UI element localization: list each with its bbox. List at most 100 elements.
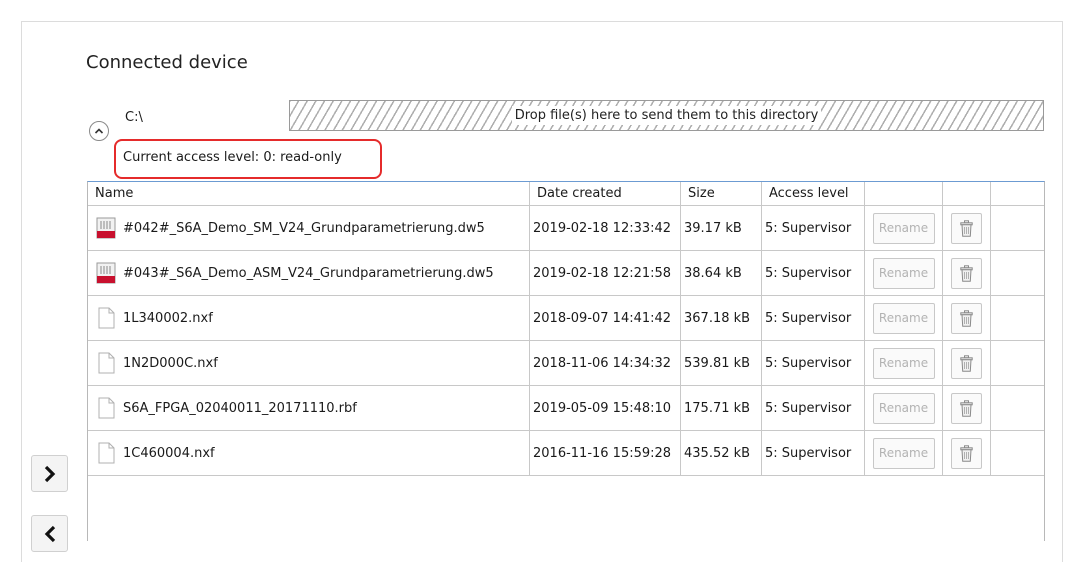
date-created-cell: 2018-09-07 14:41:42 — [530, 296, 681, 341]
column-header-date-created[interactable]: Date created — [530, 182, 681, 206]
file-name: #042#_S6A_Demo_SM_V24_Grundparametrierun… — [123, 220, 485, 236]
delete-cell — [943, 251, 991, 296]
date-created: 2018-11-06 14:34:32 — [533, 355, 672, 371]
column-header-rename — [865, 182, 943, 206]
document-icon — [98, 442, 115, 464]
date-created: 2019-02-18 12:33:42 — [533, 220, 672, 236]
date-created: 2018-09-07 14:41:42 — [533, 310, 672, 326]
access-level: 5: Supervisor — [765, 400, 852, 416]
trash-icon — [960, 309, 973, 327]
file-name: 1L340002.nxf — [123, 310, 213, 326]
delete-button[interactable] — [951, 257, 982, 289]
filler-cell — [991, 386, 1044, 431]
delete-cell — [943, 296, 991, 341]
access-level-cell: 5: Supervisor — [762, 206, 865, 251]
rename-button[interactable]: Rename — [872, 257, 935, 289]
date-created: 2019-02-18 12:21:58 — [533, 265, 672, 281]
navigate-up-button[interactable] — [89, 121, 109, 141]
date-created: 2016-11-16 15:59:28 — [533, 445, 672, 461]
size-cell: 38.64 kB — [681, 251, 762, 296]
date-created-cell: 2016-11-16 15:59:28 — [530, 431, 681, 476]
trash-icon — [960, 444, 973, 462]
file-size: 38.64 kB — [684, 265, 742, 281]
rename-button[interactable]: Rename — [872, 302, 935, 334]
column-header-filler — [991, 182, 1044, 206]
access-level: 5: Supervisor — [765, 310, 852, 326]
size-cell: 435.52 kB — [681, 431, 762, 476]
rename-button[interactable]: Rename — [872, 437, 935, 469]
file-size: 175.71 kB — [684, 400, 751, 416]
file-name-cell[interactable]: 1N2D000C.nxf — [88, 341, 530, 386]
trash-icon — [960, 264, 973, 282]
chevron-right-icon — [44, 465, 55, 482]
access-level-cell: 5: Supervisor — [762, 431, 865, 476]
document-icon — [98, 397, 115, 419]
column-header-size[interactable]: Size — [681, 182, 762, 206]
file-name: #043#_S6A_Demo_ASM_V24_Grundparametrieru… — [123, 265, 494, 281]
trash-icon — [960, 399, 973, 417]
chevron-up-icon — [94, 128, 104, 134]
delete-button[interactable] — [951, 347, 982, 379]
rename-cell: Rename — [865, 431, 943, 476]
delete-button[interactable] — [951, 302, 982, 334]
current-path: C:\ — [125, 110, 143, 125]
rename-button[interactable]: Rename — [872, 212, 935, 244]
size-cell: 367.18 kB — [681, 296, 762, 341]
rename-cell: Rename — [865, 296, 943, 341]
drop-zone-label: Drop file(s) here to send them to this d… — [511, 106, 822, 125]
column-header-name[interactable]: Name — [88, 182, 530, 206]
file-name: 1N2D000C.nxf — [123, 355, 218, 371]
file-size: 435.52 kB — [684, 445, 751, 461]
delete-button[interactable] — [951, 437, 982, 469]
file-size: 367.18 kB — [684, 310, 751, 326]
drop-zone[interactable]: Drop file(s) here to send them to this d… — [289, 100, 1044, 131]
filler-cell — [991, 431, 1044, 476]
file-table-grid: Name Date created Size Access level #042… — [88, 182, 1044, 476]
file-name-cell[interactable]: S6A_FPGA_02040011_20171110.rbf — [88, 386, 530, 431]
section-title: Connected device — [86, 52, 248, 73]
file-size: 39.17 kB — [684, 220, 742, 236]
filler-cell — [991, 296, 1044, 341]
delete-cell — [943, 206, 991, 251]
access-level-cell: 5: Supervisor — [762, 296, 865, 341]
trash-icon — [960, 354, 973, 372]
access-level: 5: Supervisor — [765, 445, 852, 461]
size-cell: 39.17 kB — [681, 206, 762, 251]
delete-cell — [943, 341, 991, 386]
date-created: 2019-05-09 15:48:10 — [533, 400, 672, 416]
rename-cell: Rename — [865, 341, 943, 386]
rename-cell: Rename — [865, 206, 943, 251]
file-name-cell[interactable]: #042#_S6A_Demo_SM_V24_Grundparametrierun… — [88, 206, 530, 251]
document-icon — [98, 307, 115, 329]
column-header-delete — [943, 182, 991, 206]
delete-button[interactable] — [951, 212, 982, 244]
file-name-cell[interactable]: 1L340002.nxf — [88, 296, 530, 341]
rename-cell: Rename — [865, 386, 943, 431]
column-header-access-level[interactable]: Access level — [762, 182, 865, 206]
access-level-cell: 5: Supervisor — [762, 386, 865, 431]
access-level-cell: 5: Supervisor — [762, 341, 865, 386]
access-level: 5: Supervisor — [765, 220, 852, 236]
access-level: 5: Supervisor — [765, 265, 852, 281]
date-created-cell: 2019-02-18 12:33:42 — [530, 206, 681, 251]
rename-cell: Rename — [865, 251, 943, 296]
date-created-cell: 2018-11-06 14:34:32 — [530, 341, 681, 386]
back-button[interactable] — [31, 515, 68, 552]
rename-button[interactable]: Rename — [872, 392, 935, 424]
size-cell: 539.81 kB — [681, 341, 762, 386]
delete-cell — [943, 386, 991, 431]
access-level-label: Current access level: 0: read-only — [123, 150, 342, 165]
file-name-cell[interactable]: 1C460004.nxf — [88, 431, 530, 476]
filler-cell — [991, 206, 1044, 251]
forward-button[interactable] — [31, 455, 68, 492]
delete-button[interactable] — [951, 392, 982, 424]
delete-cell — [943, 431, 991, 476]
file-name: 1C460004.nxf — [123, 445, 215, 461]
size-cell: 175.71 kB — [681, 386, 762, 431]
rename-button[interactable]: Rename — [872, 347, 935, 379]
filler-cell — [991, 341, 1044, 386]
chevron-left-icon — [44, 525, 55, 542]
document-icon — [98, 352, 115, 374]
file-name-cell[interactable]: #043#_S6A_Demo_ASM_V24_Grundparametrieru… — [88, 251, 530, 296]
date-created-cell: 2019-02-18 12:21:58 — [530, 251, 681, 296]
